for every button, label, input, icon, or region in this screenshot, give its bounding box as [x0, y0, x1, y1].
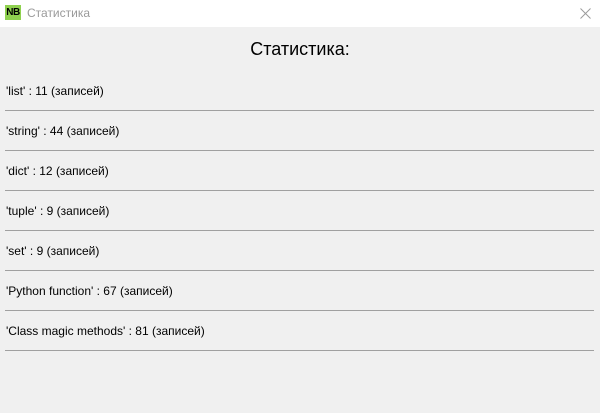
list-item: 'set' : 9 (записей) — [5, 231, 594, 271]
list-item-text: 'list' : 11 (записей) — [6, 83, 104, 98]
statistics-window: NB Статистика Статистика: 'list' : 11 (з… — [0, 0, 600, 413]
title-bar: NB Статистика — [0, 0, 600, 27]
list-item-text: 'Class magic methods' : 81 (записей) — [6, 323, 205, 338]
close-icon — [579, 8, 591, 19]
list-item-text: 'tuple' : 9 (записей) — [6, 203, 110, 218]
list-item-text: 'Python function' : 67 (записей) — [6, 283, 173, 298]
close-button[interactable] — [570, 0, 600, 27]
list-item: 'Python function' : 67 (записей) — [5, 271, 594, 311]
list-item-text: 'set' : 9 (записей) — [6, 243, 100, 258]
app-icon: NB — [5, 5, 21, 20]
list-item: 'dict' : 12 (записей) — [5, 151, 594, 191]
list-item: 'tuple' : 9 (записей) — [5, 191, 594, 231]
list-item-text: 'string' : 44 (записей) — [6, 123, 120, 138]
statistics-list: 'list' : 11 (записей) 'string' : 44 (зап… — [5, 71, 594, 351]
list-item-text: 'dict' : 12 (записей) — [6, 163, 109, 178]
list-item: 'Class magic methods' : 81 (записей) — [5, 311, 594, 351]
page-title: Статистика: — [250, 39, 350, 59]
list-item: 'string' : 44 (записей) — [5, 111, 594, 151]
window-title: Статистика — [27, 6, 91, 20]
list-item: 'list' : 11 (записей) — [5, 71, 594, 111]
